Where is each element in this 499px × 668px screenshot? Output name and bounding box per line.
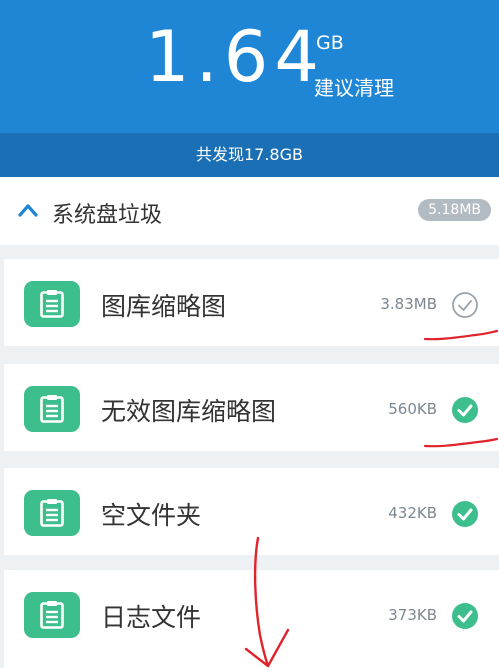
list-item-invalid-thumbnails[interactable]: 无效图库缩略图 560KB [4, 364, 499, 451]
checkbox-checked-icon[interactable] [451, 396, 479, 424]
checkbox-unchecked-icon[interactable] [451, 291, 479, 319]
item-size: 432KB [388, 504, 437, 522]
list-item-thumbnails[interactable]: 图库缩略图 3.83MB [4, 259, 499, 346]
document-icon [24, 386, 80, 432]
list-item-empty-folders[interactable]: 空文件夹 432KB [4, 468, 499, 555]
item-size: 373KB [388, 606, 437, 624]
found-total-bar: 共发现17.8GB [0, 133, 499, 177]
document-icon [24, 490, 80, 536]
section-system-junk-header[interactable]: 系统盘垃圾 5.18MB [0, 177, 499, 245]
checkbox-checked-icon[interactable] [451, 602, 479, 630]
item-size: 560KB [388, 400, 437, 418]
found-total-text: 共发现17.8GB [195, 145, 303, 164]
item-name: 图库缩略图 [101, 292, 227, 321]
item-name: 空文件夹 [101, 501, 202, 530]
document-icon [24, 592, 80, 638]
item-name: 日志文件 [101, 603, 202, 632]
section-size-badge: 5.18MB [418, 199, 491, 221]
list-item-log-files[interactable]: 日志文件 373KB [4, 570, 499, 668]
item-size: 3.83MB [380, 295, 437, 313]
item-name: 无效图库缩略图 [101, 397, 277, 426]
junk-total-unit: GB [316, 32, 344, 54]
section-title: 系统盘垃圾 [52, 203, 163, 228]
clean-advice-label: 建议清理 [314, 76, 394, 100]
junk-total-value: 1.64 [145, 16, 325, 98]
chevron-up-icon[interactable] [18, 203, 38, 217]
summary-header: 1.64 GB 建议清理 [0, 0, 499, 133]
document-icon [24, 281, 80, 327]
checkbox-checked-icon[interactable] [451, 500, 479, 528]
